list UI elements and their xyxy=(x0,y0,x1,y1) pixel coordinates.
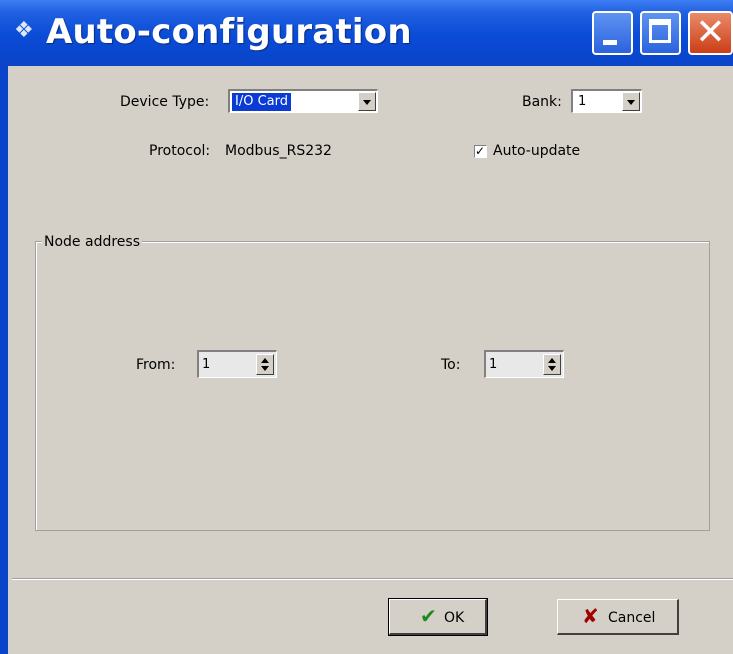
maximize-icon xyxy=(649,19,671,43)
maximize-button[interactable] xyxy=(640,11,681,55)
to-label: To: xyxy=(441,357,461,373)
device-type-label: Device Type: xyxy=(120,94,210,110)
close-icon: ✕ xyxy=(695,12,726,53)
title-bar: ❖ Auto-configuration ✕ xyxy=(0,0,733,66)
cancel-label: Cancel xyxy=(608,610,656,626)
from-spin-buttons[interactable] xyxy=(256,354,274,375)
ok-label: OK xyxy=(444,610,465,626)
to-spin-buttons[interactable] xyxy=(543,354,561,375)
to-spinbox[interactable]: 1 xyxy=(484,350,564,378)
chevron-down-icon xyxy=(627,100,635,105)
ok-button[interactable]: ✔ OK xyxy=(388,598,488,636)
from-spinbox[interactable]: 1 xyxy=(197,350,277,378)
minimize-button[interactable] xyxy=(592,11,633,55)
node-address-group xyxy=(35,241,710,531)
checkmark-icon: ✔ xyxy=(420,604,437,628)
check-icon: ✓ xyxy=(475,144,486,158)
chevron-down-icon xyxy=(363,100,371,105)
spin-up-icon xyxy=(261,358,269,363)
protocol-label: Protocol: xyxy=(149,143,211,159)
cancel-button[interactable]: ✘ Cancel xyxy=(557,599,679,635)
minimize-icon xyxy=(603,40,617,45)
spin-down-icon xyxy=(261,366,269,371)
node-address-legend: Node address xyxy=(42,233,142,251)
window-title: Auto-configuration xyxy=(46,12,412,52)
auto-update-checkbox[interactable]: ✓ xyxy=(474,144,487,158)
spin-up-icon xyxy=(548,358,556,363)
auto-update-label[interactable]: Auto-update xyxy=(493,142,580,160)
protocol-value: Modbus_RS232 xyxy=(225,143,332,159)
window-left-border xyxy=(0,66,8,654)
auto-configuration-dialog: ❖ Auto-configuration ✕ Device Type: I/O … xyxy=(0,0,733,654)
close-button[interactable]: ✕ xyxy=(688,11,733,55)
bank-dropdown-button[interactable] xyxy=(622,92,640,111)
to-value: 1 xyxy=(489,357,498,372)
device-type-dropdown-button[interactable] xyxy=(358,92,376,111)
cross-icon: ✘ xyxy=(582,604,599,628)
spin-down-icon xyxy=(548,366,556,371)
device-type-select[interactable]: I/O Card xyxy=(228,89,378,113)
bank-value: 1 xyxy=(578,94,587,109)
app-icon: ❖ xyxy=(14,18,34,43)
from-value: 1 xyxy=(202,357,211,372)
device-type-value: I/O Card xyxy=(232,93,291,111)
from-label: From: xyxy=(136,357,176,373)
footer-divider xyxy=(12,578,733,580)
bank-select[interactable]: 1 xyxy=(571,89,642,113)
bank-label: Bank: xyxy=(522,94,562,110)
